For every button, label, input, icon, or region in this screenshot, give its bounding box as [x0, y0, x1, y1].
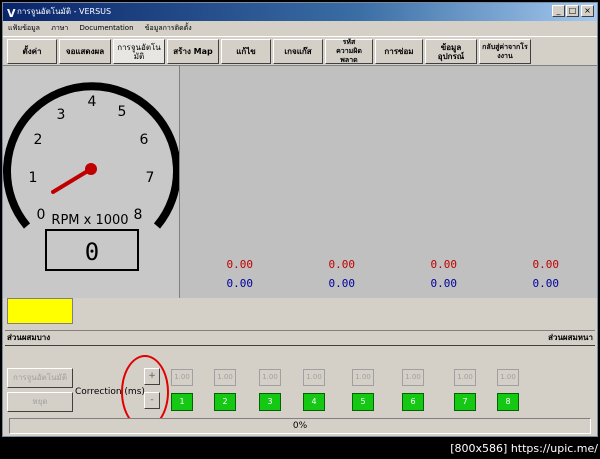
tick-label-1: 1: [29, 170, 38, 186]
watermark-text: [800x586] https://upic.me/: [450, 442, 598, 455]
cylinder-button-6[interactable]: 6: [402, 393, 424, 411]
maximize-icon[interactable]: □: [566, 5, 579, 17]
status-indicator: [7, 298, 73, 324]
blue-value-2: 0.00: [328, 277, 356, 290]
correction-value-2: 1.00: [214, 369, 236, 386]
tab-label: สร้าง Map: [173, 47, 213, 56]
tick-label-8: 8: [134, 207, 143, 223]
tick-label-6: 6: [140, 132, 149, 148]
tab-edit[interactable]: แก้ไข: [221, 39, 271, 64]
tab-label: เกจแก๊ส: [284, 47, 312, 56]
main-window: V การจูนอัตโนมัติ - VERSUS _ □ × แฟ้มข้อ…: [2, 2, 598, 437]
correction-value-5: 1.00: [352, 369, 374, 386]
cylinder-button-7[interactable]: 7: [454, 393, 476, 411]
stop-button[interactable]: หยุด: [7, 392, 73, 412]
tab-gas-gauge[interactable]: เกจแก๊ส: [273, 39, 323, 64]
title-bar: V การจูนอัตโนมัติ - VERSUS _ □ ×: [3, 3, 597, 21]
tab-label: การจูนอัตโนมัติ: [117, 42, 161, 61]
gauge-unit-label: RPM x 1000: [51, 213, 128, 228]
blue-value-4: 0.00: [532, 277, 560, 290]
tab-error-codes[interactable]: รหัส ความผิดพลาด: [325, 38, 373, 64]
cylinder-button-4[interactable]: 4: [303, 393, 325, 411]
cylinder-button-5[interactable]: 5: [352, 393, 374, 411]
sensor-values-panel: 0.00 0.00 0.00 0.00 0.00 0.00 0.00 0.00: [181, 66, 593, 298]
tab-label: รหัส ความผิดพลาด: [336, 38, 362, 64]
tab-label: กลับสู่ค่าจากโร งงาน: [482, 42, 528, 60]
correction-value-4: 1.00: [303, 369, 325, 386]
tab-bar: ตั้งค่า จอแสดงผล การจูนอัตโนมัติ สร้าง M…: [3, 36, 597, 67]
red-value-2: 0.00: [328, 258, 356, 271]
menu-bar: แฟ้มข้อมูล ภาษา Documentation ข้อมูลการต…: [3, 21, 597, 35]
progress-text: 0%: [292, 421, 308, 431]
rich-label: ส่วนผสมหนา: [548, 333, 593, 342]
cylinder-button-8[interactable]: 8: [497, 393, 519, 411]
correction-value-8: 1.00: [497, 369, 519, 386]
rpm-gauge-panel: 0 1 2 3 4 5 6 7 8 RPM x 1000 0: [3, 66, 181, 298]
digital-rpm-value: 0: [85, 238, 99, 266]
mixture-scale: ส่วนผสมบาง ส่วนผสมหนา: [5, 330, 595, 346]
red-value-1: 0.00: [226, 258, 254, 271]
tab-label: จอแสดงผล: [65, 47, 105, 56]
red-value-3: 0.00: [430, 258, 458, 271]
menu-language[interactable]: ภาษา: [51, 24, 68, 32]
tab-repair[interactable]: การซ่อม: [375, 39, 423, 64]
gauge-hub: [85, 163, 97, 175]
cylinder-button-3[interactable]: 3: [259, 393, 281, 411]
main-panel: 0 1 2 3 4 5 6 7 8 RPM x 1000 0 0.00 0.00…: [3, 65, 597, 298]
cylinder-button-2[interactable]: 2: [214, 393, 236, 411]
correction-value-1: 1.00: [171, 369, 193, 386]
tab-label: ข้อมูลอุปกรณ์: [437, 42, 465, 61]
autotune-button[interactable]: การจูนอัตโนมัติ: [7, 368, 73, 388]
tab-display[interactable]: จอแสดงผล: [59, 39, 111, 64]
correction-value-6: 1.00: [402, 369, 424, 386]
blue-value-3: 0.00: [430, 277, 458, 290]
lean-label: ส่วนผสมบาง: [7, 333, 51, 342]
close-icon[interactable]: ×: [581, 5, 594, 17]
window-title: การจูนอัตโนมัติ - VERSUS: [17, 7, 112, 16]
tab-label: การซ่อม: [384, 47, 414, 56]
tick-label-2: 2: [34, 132, 43, 148]
tab-settings[interactable]: ตั้งค่า: [7, 39, 57, 64]
menu-file[interactable]: แฟ้มข้อมูล: [8, 24, 40, 32]
tick-label-7: 7: [146, 170, 155, 186]
tick-label-5: 5: [118, 104, 127, 120]
correction-value-7: 1.00: [454, 369, 476, 386]
cylinder-button-1[interactable]: 1: [171, 393, 193, 411]
tick-label-3: 3: [57, 107, 66, 123]
blue-value-1: 0.00: [226, 277, 254, 290]
tab-factory-reset[interactable]: กลับสู่ค่าจากโร งงาน: [479, 39, 531, 64]
tab-label: แก้ไข: [236, 47, 256, 56]
minimize-icon[interactable]: _: [552, 5, 565, 17]
tab-label: ตั้งค่า: [22, 47, 42, 56]
tab-autotune[interactable]: การจูนอัตโนมัติ: [113, 39, 165, 64]
red-value-4: 0.00: [532, 258, 560, 271]
menu-installation[interactable]: ข้อมูลการติดตั้ง: [145, 24, 192, 32]
correction-value-3: 1.00: [259, 369, 281, 386]
gauge-needle: [51, 167, 93, 194]
tab-create-map[interactable]: สร้าง Map: [167, 39, 219, 64]
rpm-gauge: 0 1 2 3 4 5 6 7 8 RPM x 1000 0: [3, 82, 181, 271]
tick-label-4: 4: [88, 94, 97, 110]
menu-documentation[interactable]: Documentation: [80, 24, 134, 32]
tick-label-0: 0: [37, 207, 46, 223]
tab-device-info[interactable]: ข้อมูลอุปกรณ์: [425, 39, 477, 64]
progress-bar: 0%: [9, 418, 591, 434]
